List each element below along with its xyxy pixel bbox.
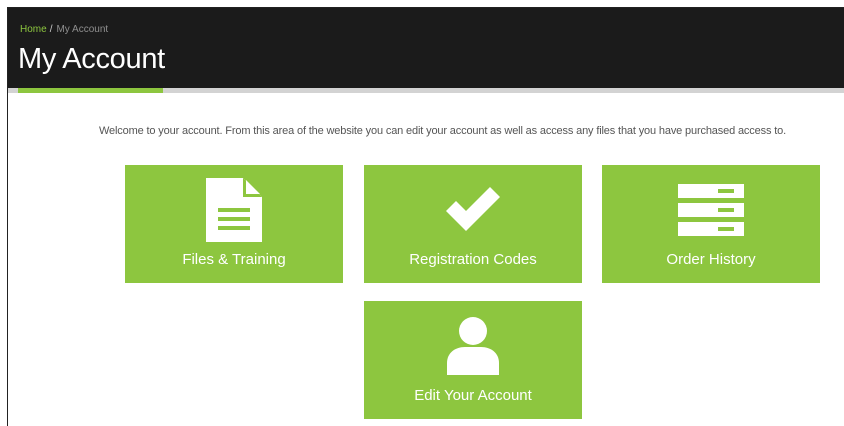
page-title: My Account bbox=[18, 43, 165, 75]
files-training-label: Files & Training bbox=[182, 251, 286, 268]
page-header: Home / My Account My Account bbox=[8, 8, 844, 88]
edit-account-label: Edit Your Account bbox=[414, 387, 532, 404]
breadcrumb-separator: / bbox=[49, 24, 53, 35]
breadcrumb-current: My Account bbox=[56, 24, 109, 35]
checkmark-icon bbox=[364, 175, 582, 245]
server-stack-icon bbox=[602, 175, 820, 245]
welcome-text: Welcome to your account. From this area … bbox=[99, 125, 786, 137]
document-icon bbox=[125, 175, 343, 245]
order-history-label: Order History bbox=[666, 251, 756, 268]
order-history-tile[interactable]: Order History bbox=[602, 165, 820, 283]
user-icon bbox=[364, 311, 582, 381]
edit-account-tile[interactable]: Edit Your Account bbox=[364, 301, 582, 419]
title-accent-underline bbox=[18, 88, 163, 93]
breadcrumb: Home / My Account bbox=[20, 24, 108, 36]
page-frame: Home / My Account My Account Welcome to yo… bbox=[7, 7, 844, 426]
breadcrumb-home-link[interactable]: Home bbox=[20, 24, 47, 35]
registration-codes-label: Registration Codes bbox=[409, 251, 537, 268]
files-training-tile[interactable]: Files & Training bbox=[125, 165, 343, 283]
registration-codes-tile[interactable]: Registration Codes bbox=[364, 165, 582, 283]
